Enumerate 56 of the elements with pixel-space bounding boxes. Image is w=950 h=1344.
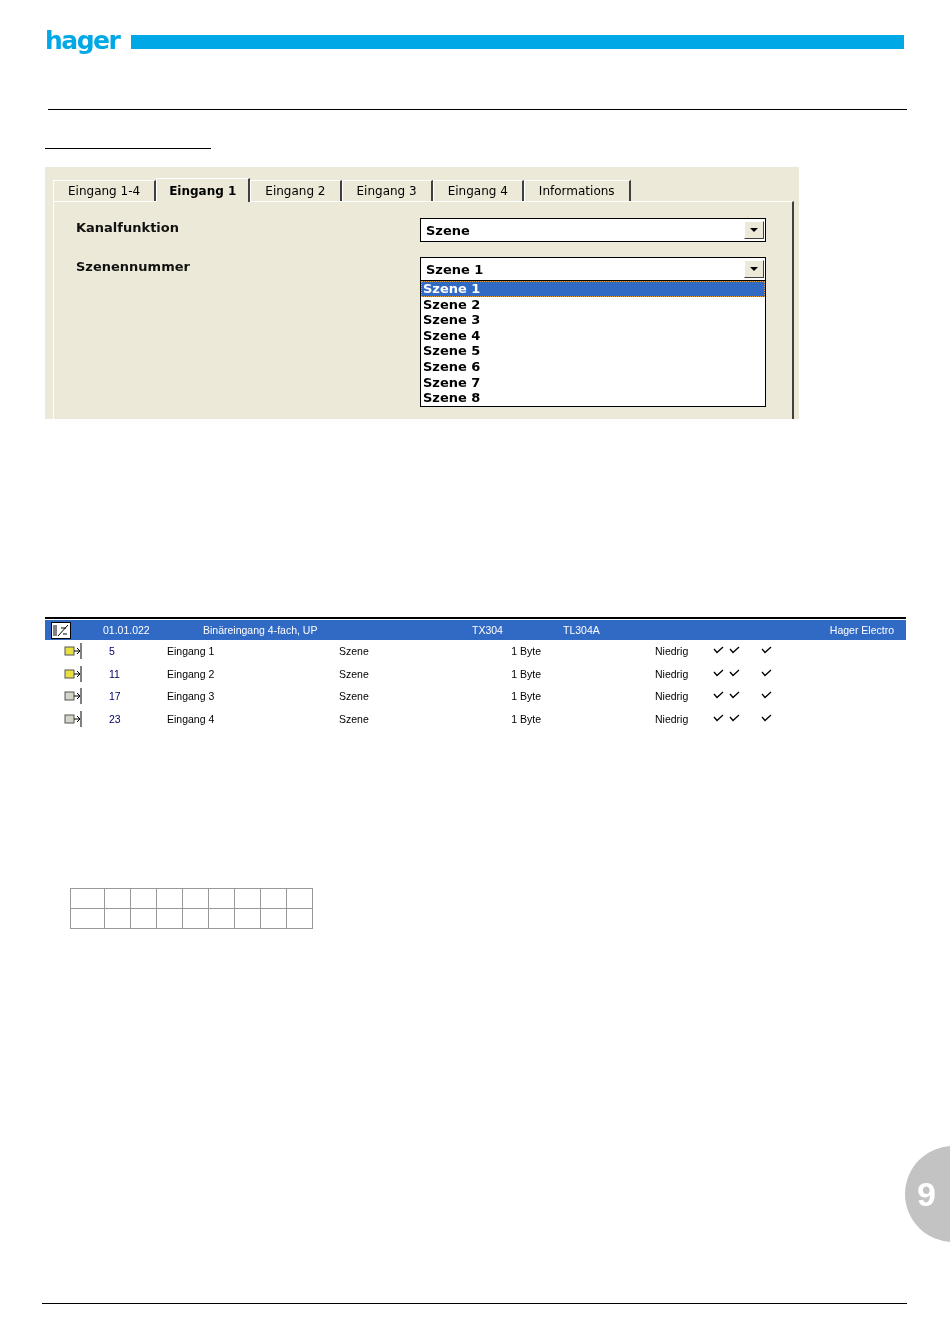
check-icon bbox=[729, 691, 740, 700]
dropdown[interactable]: Szene 1 bbox=[420, 257, 766, 281]
object-function: Szene bbox=[339, 690, 370, 703]
check-icon bbox=[729, 668, 740, 677]
device-row[interactable]: 01.01.022 Binäreingang 4-fach, UP TX304 TL304A Hager Electro bbox=[45, 620, 906, 640]
check-icon bbox=[729, 713, 740, 722]
tab[interactable]: Eingang 1 bbox=[156, 178, 251, 202]
tab[interactable]: Eingang 2 bbox=[250, 180, 342, 201]
tab[interactable]: Eingang 3 bbox=[341, 180, 433, 201]
device-icon bbox=[51, 621, 71, 639]
object-name: Eingang 2 bbox=[167, 667, 216, 680]
object-function: Szene bbox=[339, 712, 370, 725]
object-icon bbox=[64, 664, 84, 683]
tab[interactable]: Eingang 1-4 bbox=[53, 180, 157, 201]
object-size: 1 Byte bbox=[511, 645, 542, 658]
object-function: Szene bbox=[339, 667, 370, 680]
check-icon bbox=[729, 646, 740, 655]
check-icon bbox=[713, 646, 724, 655]
check-icon bbox=[761, 713, 772, 722]
check-icon bbox=[713, 668, 724, 677]
object-name: Eingang 1 bbox=[167, 645, 216, 658]
object-icon bbox=[64, 642, 84, 661]
object-number: 5 bbox=[108, 645, 115, 658]
object-priority: Niedrig bbox=[655, 645, 690, 658]
logo: hager bbox=[45, 28, 120, 54]
page-number: 9 bbox=[905, 1146, 950, 1242]
object-function: Szene bbox=[339, 645, 370, 658]
object-priority: Niedrig bbox=[655, 690, 690, 703]
object-number: 11 bbox=[108, 667, 120, 680]
check-icon bbox=[713, 691, 724, 700]
object-size: 1 Byte bbox=[511, 667, 542, 680]
object-number: 17 bbox=[108, 690, 121, 703]
dropdown[interactable]: Szene bbox=[420, 218, 766, 242]
object-priority: Niedrig bbox=[655, 667, 690, 680]
parameter-label: Kanalfunktion bbox=[76, 220, 179, 235]
device-name: Binäreingang 4-fach, UP bbox=[203, 624, 319, 636]
check-icon bbox=[761, 691, 772, 700]
object-priority: Niedrig bbox=[655, 712, 690, 725]
object-number: 23 bbox=[108, 712, 121, 725]
dropdown-option[interactable]: Szene 1 bbox=[421, 281, 765, 297]
device-address: 01.01.022 bbox=[103, 624, 151, 636]
object-size: 1 Byte bbox=[511, 690, 542, 703]
tab[interactable]: Eingang 4 bbox=[432, 180, 524, 201]
tab[interactable]: Informations bbox=[523, 180, 631, 201]
check-icon bbox=[713, 713, 724, 722]
check-icon bbox=[761, 646, 772, 655]
device-application: TL304A bbox=[563, 624, 601, 636]
object-size: 1 Byte bbox=[511, 712, 542, 725]
object-name: Eingang 4 bbox=[167, 712, 216, 725]
check-icon bbox=[761, 668, 772, 677]
object-icon bbox=[64, 709, 84, 728]
object-icon bbox=[64, 687, 84, 706]
device-order-number: TX304 bbox=[472, 624, 504, 636]
parameter-label: Szenennummer bbox=[76, 259, 190, 274]
device-manufacturer: Hager Electro bbox=[829, 624, 894, 636]
object-name: Eingang 3 bbox=[167, 690, 216, 703]
